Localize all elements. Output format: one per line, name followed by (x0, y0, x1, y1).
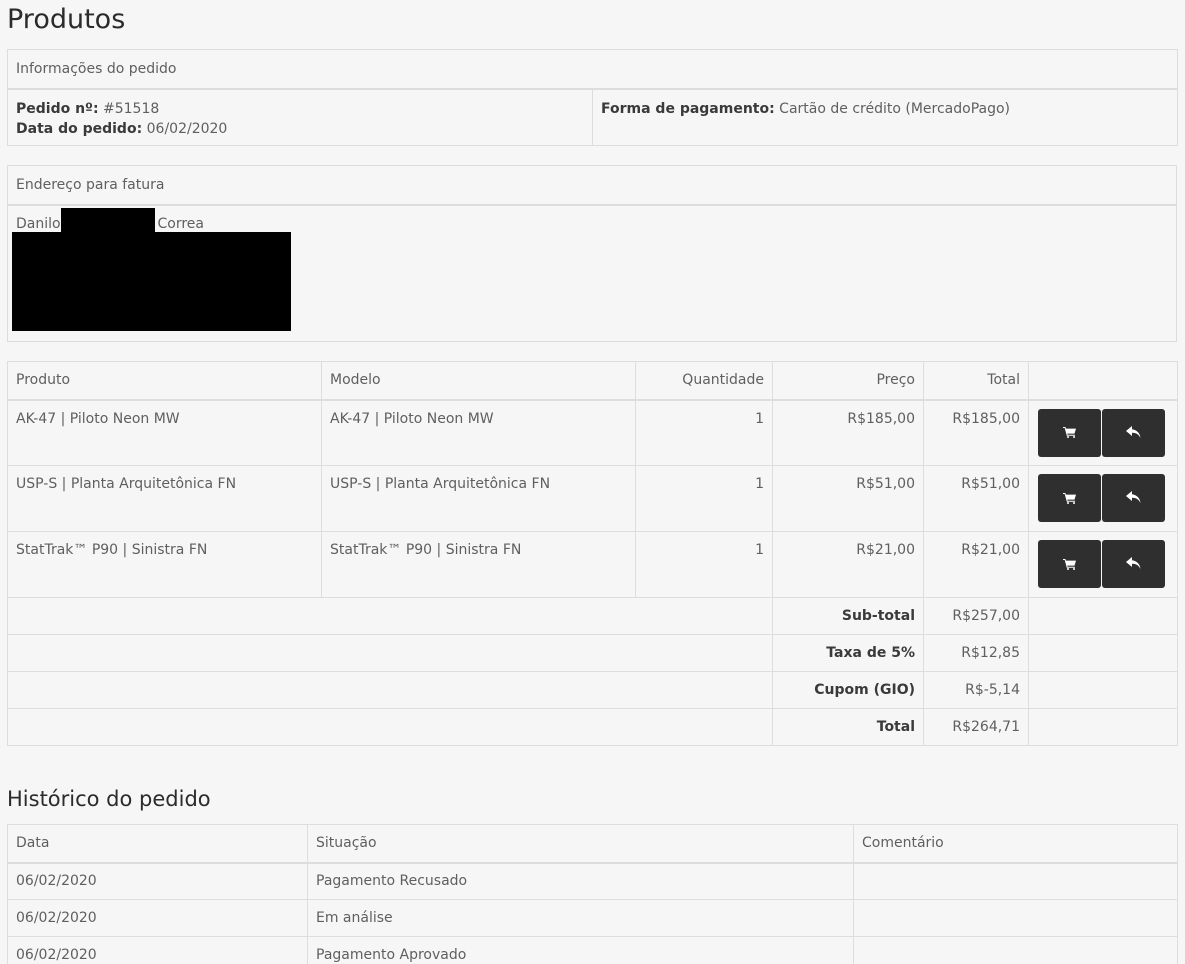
redaction-block-address (12, 232, 291, 331)
tax-value: R$12,85 (923, 634, 1029, 672)
column-header-comment: Comentário (853, 824, 1178, 864)
order-date-value: 06/02/2020 (146, 120, 228, 137)
reply-icon (1126, 557, 1141, 569)
cart-icon (1063, 492, 1076, 504)
order-date: Data do pedido: 06/02/2020 (16, 119, 584, 139)
products-table: Produto Modelo Quantidade Preço Total AK… (7, 361, 1178, 746)
table-row: StatTrak™ P90 | Sinistra FN StatTrak™ P9… (7, 531, 1178, 598)
order-date-label: Data do pedido: (16, 120, 143, 137)
billing-last-name: Correa (157, 215, 204, 232)
history-date: 06/02/2020 (7, 936, 308, 964)
history-date: 06/02/2020 (7, 862, 308, 900)
billing-name: Danilo Correa (16, 215, 1168, 233)
table-row: 06/02/2020 Pagamento Aprovado (7, 936, 1178, 964)
order-number-value: #51518 (103, 100, 160, 117)
cart-icon (1063, 427, 1076, 438)
column-header-price: Preço (772, 361, 924, 401)
product-price: R$51,00 (772, 465, 924, 532)
payment-method-label: Forma de pagamento: (601, 100, 775, 117)
billing-address-header: Endereço para fatura (7, 165, 1177, 206)
tax-label: Taxa de 5% (826, 645, 915, 661)
order-history-table: Data Situação Comentário 06/02/2020 Paga… (7, 824, 1178, 964)
totals-row: Total R$264,71 (7, 708, 1178, 746)
grand-total-value: R$264,71 (923, 708, 1029, 746)
product-quantity: 1 (635, 531, 773, 598)
product-total: R$185,00 (923, 399, 1029, 466)
coupon-value: R$-5,14 (923, 671, 1029, 709)
product-quantity: 1 (635, 399, 773, 466)
product-price: R$21,00 (772, 531, 924, 598)
product-name: AK-47 | Piloto Neon MW (7, 399, 322, 466)
table-row: 06/02/2020 Pagamento Recusado (7, 862, 1178, 900)
reorder-button[interactable] (1038, 540, 1101, 588)
cart-icon (1063, 558, 1076, 570)
product-name: StatTrak™ P90 | Sinistra FN (7, 531, 322, 598)
grand-total-label: Total (876, 719, 915, 735)
return-button[interactable] (1102, 408, 1165, 457)
product-actions (1028, 465, 1178, 532)
return-button[interactable] (1102, 540, 1165, 588)
product-model: AK-47 | Piloto Neon MW (321, 399, 636, 466)
billing-first-name: Danilo (16, 215, 61, 232)
coupon-label: Cupom (GIO) (814, 682, 915, 698)
payment-method: Forma de pagamento: Cartão de crédito (M… (601, 99, 1169, 119)
totals-row: Taxa de 5% R$12,85 (7, 634, 1178, 672)
history-status: Pagamento Aprovado (307, 936, 854, 964)
product-name: USP-S | Planta Arquitetônica FN (7, 465, 322, 532)
history-comment (853, 936, 1178, 964)
table-row: AK-47 | Piloto Neon MW AK-47 | Piloto Ne… (7, 399, 1178, 466)
page-title: Produtos (7, 4, 126, 35)
subtotal-label: Sub-total (841, 608, 915, 624)
column-header-status: Situação (307, 824, 854, 864)
subtotal-value: R$257,00 (923, 597, 1029, 635)
product-quantity: 1 (635, 465, 773, 532)
product-total: R$51,00 (923, 465, 1029, 532)
history-comment (853, 862, 1178, 900)
column-header-quantity: Quantidade (635, 361, 773, 401)
order-info-table: Informações do pedido Pedido nº: #51518 … (6, 49, 1179, 146)
product-price: R$185,00 (772, 399, 924, 466)
reply-icon (1126, 491, 1141, 503)
product-actions (1028, 531, 1178, 598)
totals-row: Cupom (GIO) R$-5,14 (7, 671, 1178, 709)
column-header-total: Total (923, 361, 1029, 401)
history-comment (853, 899, 1178, 937)
order-info-header: Informações do pedido (6, 49, 1179, 90)
table-row: 06/02/2020 Em análise (7, 899, 1178, 937)
column-header-model: Modelo (321, 361, 636, 401)
product-total: R$21,00 (923, 531, 1029, 598)
product-model: StatTrak™ P90 | Sinistra FN (321, 531, 636, 598)
product-actions (1028, 399, 1178, 466)
reorder-button[interactable] (1038, 408, 1101, 457)
history-status: Em análise (307, 899, 854, 937)
order-number-label: Pedido nº: (16, 100, 99, 117)
return-button[interactable] (1102, 474, 1165, 522)
table-row: USP-S | Planta Arquitetônica FN USP-S | … (7, 465, 1178, 532)
product-model: USP-S | Planta Arquitetônica FN (321, 465, 636, 532)
order-history-title: Histórico do pedido (7, 787, 211, 811)
column-header-actions (1028, 361, 1178, 401)
reorder-button[interactable] (1038, 474, 1101, 522)
reply-icon (1126, 425, 1141, 438)
redaction-block-name (61, 208, 155, 232)
column-header-date: Data (7, 824, 308, 864)
totals-row: Sub-total R$257,00 (7, 597, 1178, 635)
history-status: Pagamento Recusado (307, 862, 854, 900)
column-header-product: Produto (7, 361, 322, 401)
history-date: 06/02/2020 (7, 899, 308, 937)
payment-method-value: Cartão de crédito (MercadoPago) (779, 100, 1010, 117)
order-number: Pedido nº: #51518 (16, 99, 584, 119)
